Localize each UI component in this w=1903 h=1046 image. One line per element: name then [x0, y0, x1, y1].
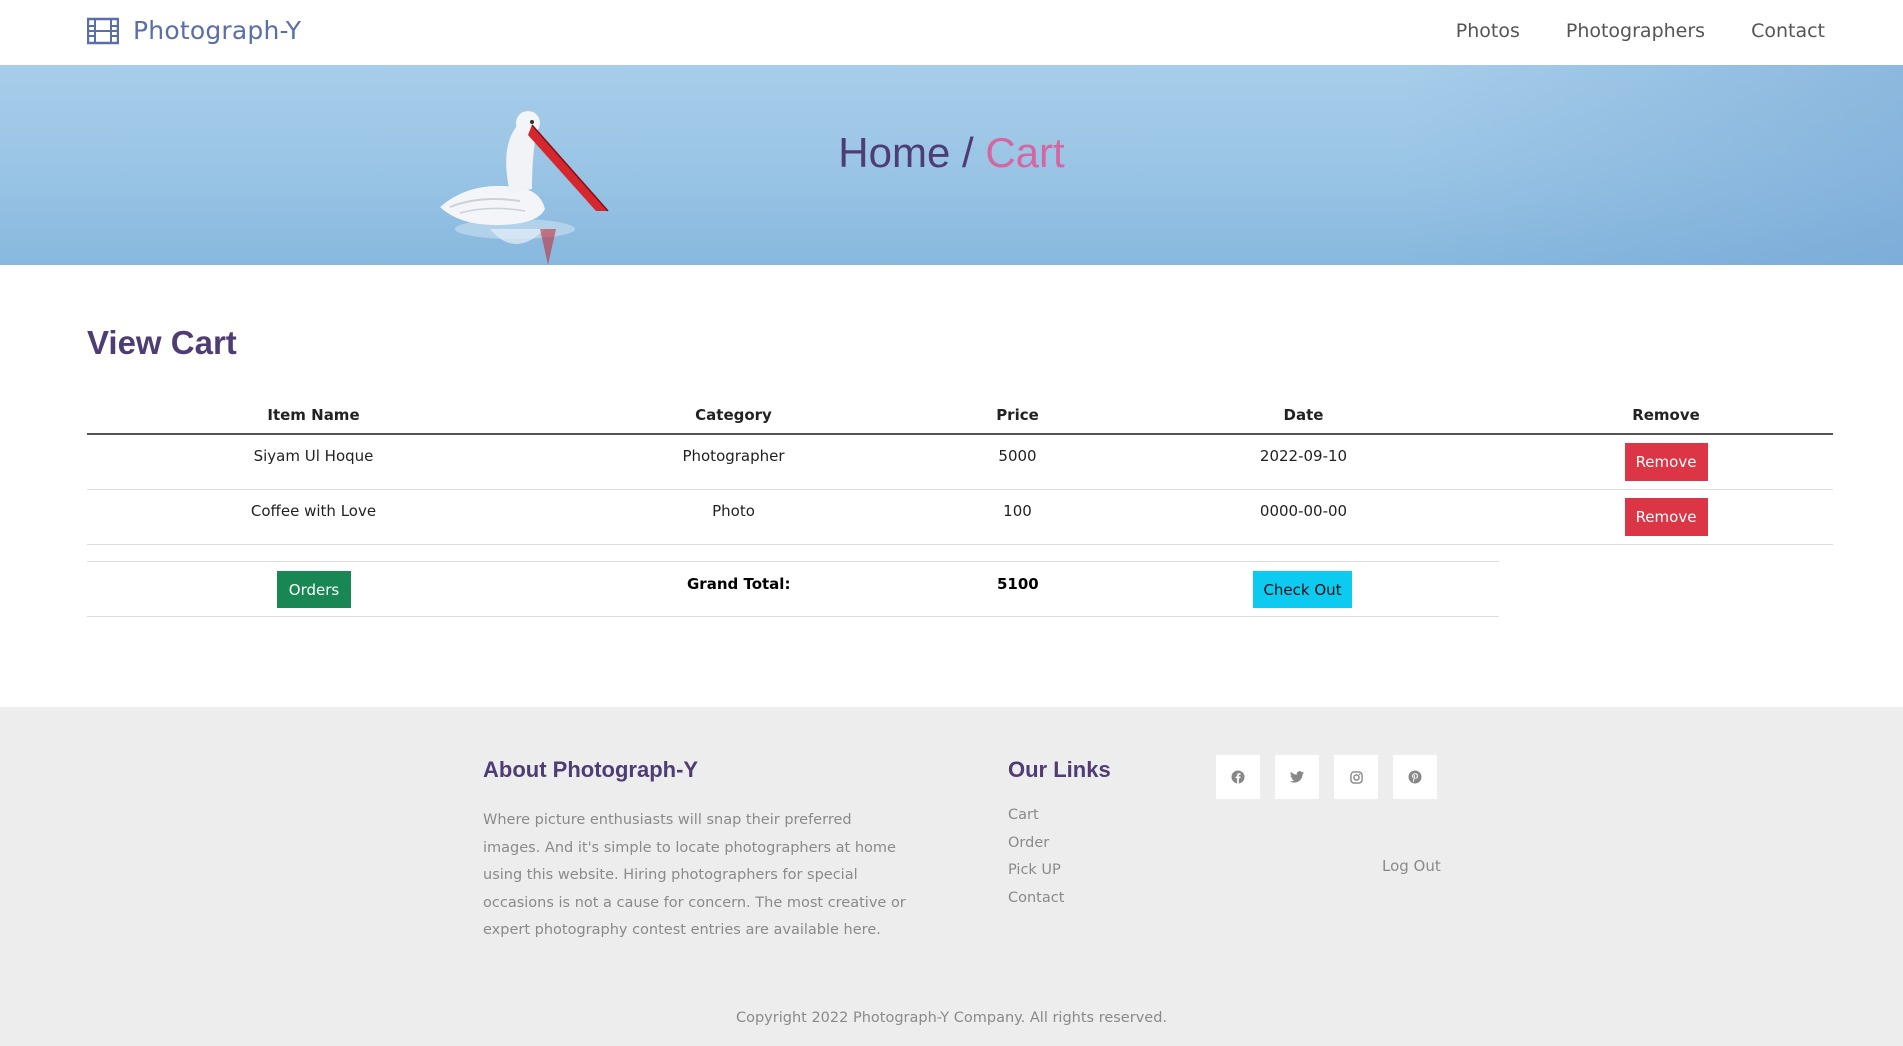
- orders-button[interactable]: Orders: [277, 571, 351, 608]
- film-icon: [87, 17, 119, 44]
- cell-price: 5000: [927, 434, 1108, 490]
- cell-category: Photo: [540, 489, 927, 545]
- page-title: View Cart: [87, 324, 237, 361]
- links-title: Our Links: [1008, 757, 1111, 782]
- column-header-price: Price: [927, 396, 1108, 435]
- column-header-category: Category: [540, 396, 927, 435]
- table-row: Siyam Ul Hoque Photographer 5000 2022-09…: [87, 434, 1833, 490]
- grand-total-label: Grand Total:: [687, 575, 791, 593]
- instagram-icon: [1349, 770, 1363, 784]
- breadcrumb-separator: /: [950, 129, 986, 176]
- pelican-image: [440, 111, 609, 265]
- about-text: Where picture enthusiasts will snap thei…: [483, 812, 906, 938]
- footer-links: Cart Order Pick UP Contact: [1008, 807, 1064, 917]
- footer-link-contact[interactable]: Contact: [1008, 890, 1064, 918]
- nav-links: Photos Photographers Contact: [1410, 20, 1825, 42]
- checkout-button[interactable]: Check Out: [1253, 571, 1352, 608]
- copyright: Copyright 2022 Photograph-Y Company. All…: [735, 1010, 1168, 1026]
- footer-link-pickup[interactable]: Pick UP: [1008, 862, 1064, 890]
- about-title: About Photograph-Y: [483, 757, 699, 782]
- table-row: Coffee with Love Photo 100 0000-00-00 Re…: [87, 489, 1833, 545]
- navbar: Photograph-Y Photos Photographers Contac…: [0, 0, 1903, 65]
- breadcrumb: Home / Cart: [0, 129, 1903, 177]
- table-header: Item Name Category Price Date Remove: [87, 396, 1833, 435]
- column-header-item: Item Name: [87, 396, 540, 435]
- cell-item: Siyam Ul Hoque: [87, 434, 540, 490]
- pinterest-link[interactable]: [1393, 755, 1437, 799]
- nav-link-photos[interactable]: Photos: [1456, 20, 1520, 42]
- cell-date: 2022-09-10: [1108, 434, 1499, 490]
- instagram-link[interactable]: [1334, 755, 1378, 799]
- cart-table: Item Name Category Price Date Remove Siy…: [87, 396, 1833, 545]
- remove-button[interactable]: Remove: [1624, 443, 1708, 481]
- cell-remove: Remove: [1499, 434, 1833, 490]
- column-header-remove: Remove: [1499, 396, 1833, 435]
- nav-link-contact[interactable]: Contact: [1751, 20, 1825, 42]
- column-header-date: Date: [1108, 396, 1499, 435]
- nav-link-photographers[interactable]: Photographers: [1566, 20, 1705, 42]
- logout-link[interactable]: Log Out: [1382, 857, 1441, 875]
- facebook-icon: [1231, 770, 1245, 784]
- brand-name: Photograph-Y: [133, 16, 302, 45]
- cell-price: 100: [927, 489, 1108, 545]
- footer-link-cart[interactable]: Cart: [1008, 807, 1064, 835]
- cell-remove: Remove: [1499, 489, 1833, 545]
- cart-totals: Orders Grand Total: 5100 Check Out: [87, 561, 1499, 617]
- cell-category: Photographer: [540, 434, 927, 490]
- brand-link[interactable]: Photograph-Y: [87, 16, 301, 45]
- remove-button[interactable]: Remove: [1624, 497, 1708, 536]
- pinterest-icon: [1408, 770, 1422, 784]
- cell-date: 0000-00-00: [1108, 489, 1499, 545]
- hero-banner: Home / Cart: [0, 65, 1903, 265]
- footer: About Photograph-Y Where picture enthusi…: [0, 707, 1903, 1046]
- social-links: [1216, 755, 1452, 799]
- twitter-link[interactable]: [1275, 755, 1319, 799]
- cell-item: Coffee with Love: [87, 489, 540, 545]
- grand-total-value: 5100: [997, 575, 1039, 593]
- footer-link-order[interactable]: Order: [1008, 835, 1064, 863]
- twitter-icon: [1290, 771, 1304, 783]
- breadcrumb-current: Cart: [985, 129, 1065, 176]
- breadcrumb-home[interactable]: Home: [838, 129, 950, 176]
- facebook-link[interactable]: [1216, 755, 1260, 799]
